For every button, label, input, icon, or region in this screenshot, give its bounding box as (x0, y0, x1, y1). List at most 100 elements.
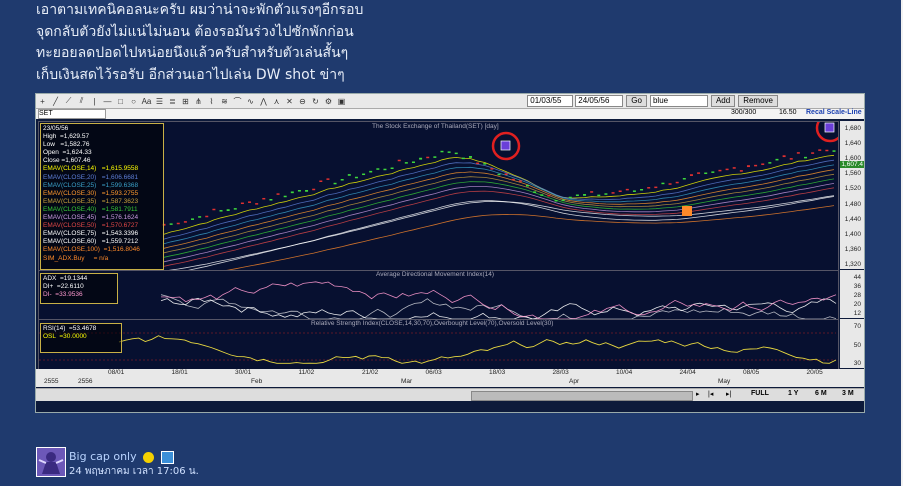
channel-tool-icon[interactable]: ⫽ (76, 96, 87, 106)
candle (540, 194, 544, 196)
candle (561, 199, 565, 202)
last-price-tag: 1,607.4 (840, 161, 864, 168)
range-full-button[interactable]: FULL (751, 390, 769, 397)
x-tick-label: 28/03 (552, 369, 569, 376)
candle (297, 190, 301, 192)
candle (682, 178, 686, 180)
image-icon[interactable]: ▣ (336, 96, 347, 106)
candle (483, 163, 487, 165)
line-tool-icon[interactable]: ╱ (50, 96, 61, 106)
candle (312, 188, 316, 191)
candle (397, 159, 401, 162)
candle (504, 173, 508, 175)
fibonacci-icon[interactable]: ☰ (154, 96, 165, 106)
horizontal-line-icon[interactable]: — (102, 96, 113, 106)
sell-signal-marker (500, 140, 511, 151)
x-tick-label: 06/03 (425, 369, 442, 376)
post-text: เอาตามเทคนิคอลนะครับ ผมว่าน่าจะพักตัวแรง… (36, 0, 363, 86)
price-panel[interactable]: The Stock Exchange of Thailand(SET) [day… (38, 113, 845, 281)
y-tick-label: 28 (853, 292, 861, 299)
legend-entry: EMAV(CLOSE,100) =1,516.8046 (43, 246, 140, 254)
ray-tool-icon[interactable]: ⟋ (63, 96, 74, 106)
candle (526, 184, 530, 187)
author-name[interactable]: Big cap only (69, 450, 174, 464)
candle (604, 193, 608, 195)
crosshair-icon[interactable]: + (37, 96, 48, 106)
candle (732, 167, 736, 169)
post-line: จุดกลับตัวยังไม่แน่ไม่นอน ต้องรอมันร่วงไ… (36, 23, 354, 40)
gann-icon[interactable]: ⊞ (180, 96, 191, 106)
zigzag-icon[interactable]: ⋀ (258, 96, 269, 106)
candle (226, 209, 230, 211)
symbol-input[interactable]: SET (38, 109, 106, 119)
zoom-icon[interactable]: ⊖ (297, 96, 308, 106)
range-1y-button[interactable]: 1 Y (788, 390, 798, 397)
price-legend: 23/05/56 High =1,629.57 Low =1,582.76 Open … (40, 123, 164, 270)
cycle-icon[interactable]: ⌇ (206, 96, 217, 106)
y-tick-label: 1,440 (844, 215, 861, 223)
candle (262, 197, 266, 200)
candle (640, 188, 644, 191)
wave-icon[interactable]: ∿ (245, 96, 256, 106)
pitchfork-icon[interactable]: ⋔ (193, 96, 204, 106)
candle (183, 221, 187, 223)
date-to-input[interactable]: 24/05/56 (575, 95, 624, 107)
adx-legend: ADX =19.1344 DI+ =22.6110 DI- =33.9536 (40, 273, 118, 304)
candle (675, 181, 679, 184)
candle (725, 168, 729, 171)
candle (704, 172, 708, 175)
andrews-icon[interactable]: ⋏ (271, 96, 282, 106)
zoom-in-icon[interactable]: |◂ (708, 390, 713, 398)
ellipse-icon[interactable]: ○ (128, 96, 139, 106)
adx-panel[interactable]: Average Directional Movement Index(14) A… (38, 270, 839, 320)
legend-entry: Low =1,582.76 (43, 141, 90, 149)
drawing-toolbar: + ╱ ⟋ ⫽ | — □ ○ Aa ☰ ≣ ⊞ ⋔ ⌇ ≋ ⌒ ∿ ⋀ ⋏ ✕… (36, 94, 864, 109)
recal-scale-line-button[interactable]: Recal Scale-Line (806, 109, 862, 116)
date-x-axis: 08/01 18/01 30/01 11/02 21/02 06/03 18/03 28/03… (36, 369, 864, 387)
candle (319, 180, 323, 182)
add-button[interactable]: Add (710, 95, 736, 107)
y-tick-label: 70 (853, 323, 861, 330)
candle (269, 199, 273, 201)
candle (818, 149, 822, 151)
time-scroll-thumb[interactable] (471, 391, 693, 401)
y-tick-label: 30 (853, 360, 861, 367)
go-button[interactable]: Go (626, 95, 647, 107)
message-icon[interactable] (160, 450, 174, 464)
fib-fan-icon[interactable]: ≣ (167, 96, 178, 106)
vertical-line-icon[interactable]: | (89, 96, 100, 106)
candle (383, 168, 387, 171)
range-3m-button[interactable]: 3 M (842, 390, 854, 397)
candle (668, 183, 672, 185)
x-month-label: May (718, 378, 731, 385)
delete-drawing-icon[interactable]: ✕ (284, 96, 295, 106)
remove-button[interactable]: Remove (738, 95, 778, 107)
adx-chart-svg (160, 281, 837, 320)
x-tick-label: 10/04 (616, 369, 633, 376)
range-6m-button[interactable]: 6 M (815, 390, 827, 397)
y-tick-label: 20 (853, 301, 861, 308)
legend-entry: ADX =19.1344 (43, 275, 88, 282)
settings-icon[interactable]: ⚙ (323, 96, 334, 106)
date-from-input[interactable]: 01/03/55 (527, 95, 574, 107)
x-month-label: Mar (401, 378, 413, 385)
color-select[interactable]: blue (649, 95, 708, 107)
zoom-out-icon[interactable]: ▸| (726, 390, 731, 398)
legend-entry: EMAV(CLOSE,40) =1,581.7911 (43, 205, 138, 213)
avatar[interactable] (36, 447, 66, 477)
price-y-axis: 1,680 1,640 1,600 1,560 1,520 1,480 1,440 1,400… (840, 121, 864, 269)
text-tool-icon[interactable]: Aa (141, 96, 152, 106)
candle (554, 199, 558, 202)
scroll-right-icon[interactable]: ▸ (696, 390, 700, 398)
rsi-y-axis: 70 50 30 (840, 319, 864, 368)
rsi-panel[interactable]: Relative Strength Index(CLOSE,14,30,70),… (38, 319, 839, 370)
refresh-icon[interactable]: ↻ (310, 96, 321, 106)
candle (461, 157, 465, 160)
candle (533, 191, 537, 193)
regression-icon[interactable]: ≋ (219, 96, 230, 106)
author-name-text[interactable]: Big cap only (69, 450, 137, 463)
rectangle-icon[interactable]: □ (115, 96, 126, 106)
candle (583, 194, 587, 196)
rsi-chart-svg (39, 332, 837, 364)
arc-icon[interactable]: ⌒ (232, 96, 243, 106)
